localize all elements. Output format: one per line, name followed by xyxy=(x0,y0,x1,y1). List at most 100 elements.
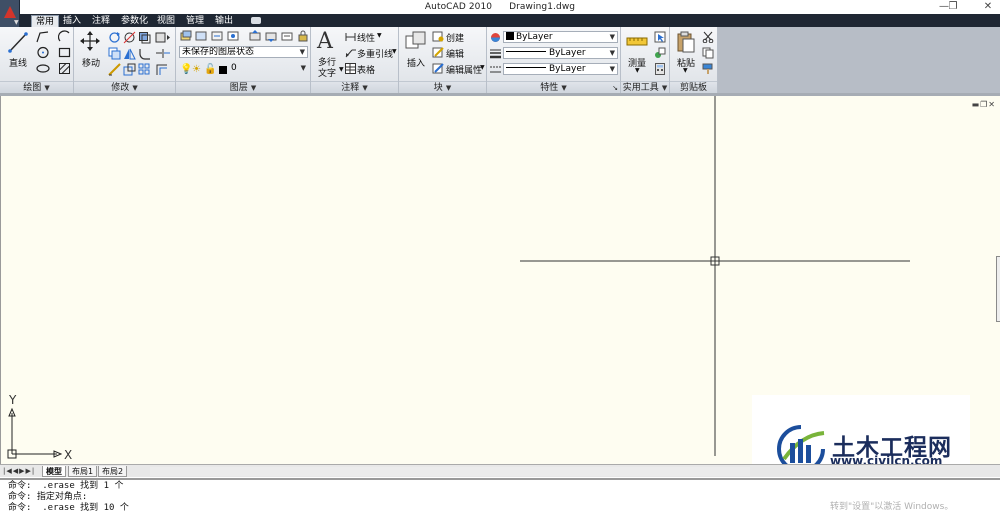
arc-icon[interactable] xyxy=(58,30,71,43)
panel-title-modify[interactable]: 修改 ▼ xyxy=(74,81,175,93)
insert-block-icon[interactable] xyxy=(405,31,427,51)
layer-off-icon[interactable] xyxy=(265,30,277,42)
multiline-text-icon[interactable]: A xyxy=(317,29,333,54)
mtext-label-line2: 文字 xyxy=(318,69,337,79)
fillet-icon[interactable] xyxy=(138,47,151,60)
layer-previous-icon[interactable] xyxy=(211,30,223,42)
layer-lock-icon[interactable] xyxy=(297,30,309,42)
tab-layout2[interactable]: 布局2 xyxy=(98,466,128,477)
explode-icon[interactable] xyxy=(155,47,171,60)
drawing-window-controls[interactable]: ▬❐✕ xyxy=(972,100,996,109)
create-block-icon[interactable] xyxy=(432,31,444,42)
create-block-label[interactable]: 创建 xyxy=(446,31,464,44)
panel-title-clipboard[interactable]: 剪贴板 xyxy=(670,81,717,93)
lock-icon[interactable]: 🔓 xyxy=(204,64,216,75)
layer-state-icon[interactable] xyxy=(195,30,207,42)
edit-block-label[interactable]: 编辑 xyxy=(446,47,464,60)
chevron-down-icon: ▼ xyxy=(480,64,485,71)
panel-block: 插入 创建 编辑 编辑属性 ▼ 块 ▼ xyxy=(399,27,487,93)
erase-icon[interactable] xyxy=(155,31,171,44)
tab-home[interactable]: 常用 xyxy=(31,15,60,27)
multileader-icon[interactable] xyxy=(345,47,356,58)
linetype-dropdown[interactable]: ByLayer ▼ xyxy=(503,63,618,75)
autocad-logo-icon xyxy=(4,6,16,18)
layer-match-icon[interactable] xyxy=(249,30,261,42)
stretch-icon[interactable] xyxy=(108,63,121,76)
vertical-scroll-handle[interactable] xyxy=(996,256,1000,322)
panel-title-layers[interactable]: 图层 ▼ xyxy=(176,81,310,93)
tab-layout1[interactable]: 布局1 xyxy=(68,466,98,477)
rectangle-icon[interactable] xyxy=(58,46,71,59)
select-all-icon[interactable] xyxy=(654,47,666,59)
line-icon[interactable] xyxy=(8,31,28,53)
rotate-icon[interactable] xyxy=(108,31,121,44)
tab-annotate[interactable]: 注释 xyxy=(88,15,114,27)
lineweight-value: ByLayer xyxy=(549,48,586,58)
multileader-label[interactable]: 多重引线 xyxy=(357,47,393,60)
close-button[interactable]: ✕ xyxy=(976,0,1000,14)
layer-isolate-icon[interactable] xyxy=(227,30,239,42)
quick-select-icon[interactable] xyxy=(654,31,666,43)
chevron-down-icon: ▼ xyxy=(14,19,19,26)
tab-output[interactable]: 输出 xyxy=(211,15,237,27)
activation-watermark: 转到"设置"以激活 Windows。 xyxy=(830,502,954,512)
linetype-icon[interactable] xyxy=(490,64,501,75)
application-menu-button[interactable]: ▼ xyxy=(0,0,20,27)
move-icon[interactable] xyxy=(80,31,100,51)
panel-title-draw[interactable]: 绘图 ▼ xyxy=(0,81,73,93)
linetype-value: ByLayer xyxy=(549,64,586,74)
array-icon[interactable] xyxy=(138,63,151,76)
linear-dimension-label[interactable]: 线性 xyxy=(357,31,375,44)
panel-title-utilities[interactable]: 实用工具 ▼ xyxy=(621,81,669,93)
civilcn-logo-icon xyxy=(777,425,825,469)
layer-walk-icon[interactable] xyxy=(281,30,293,42)
calculator-icon[interactable] xyxy=(654,63,666,75)
copy-clip-icon[interactable] xyxy=(702,47,714,59)
scale-icon[interactable] xyxy=(123,63,136,76)
panel-title-properties[interactable]: 特性 ▼ ↘ xyxy=(487,81,620,93)
horizontal-scrollbar[interactable] xyxy=(150,467,750,476)
panel-title-annotation[interactable]: 注释 ▼ xyxy=(311,81,398,93)
tab-view[interactable]: 视图 xyxy=(153,15,179,27)
polyline-icon[interactable] xyxy=(36,30,50,43)
tab-insert[interactable]: 插入 xyxy=(59,15,85,27)
color-value: ByLayer xyxy=(516,32,553,42)
match-properties-icon[interactable] xyxy=(490,32,501,43)
table-icon[interactable] xyxy=(345,63,356,74)
circle-icon[interactable] xyxy=(36,46,50,59)
chevron-down-icon: ▼ xyxy=(44,84,50,92)
layout-nav-arrows[interactable]: |◀◀▶▶| xyxy=(3,467,35,475)
layer-state-dropdown[interactable]: 未保存的图层状态 ▼ xyxy=(179,46,308,58)
restore-button[interactable]: ❐ xyxy=(941,0,965,14)
lineweight-icon[interactable] xyxy=(490,48,501,59)
ribbon-toggle-icon[interactable] xyxy=(251,17,261,24)
extend-icon[interactable] xyxy=(138,31,151,44)
table-label[interactable]: 表格 xyxy=(357,63,375,76)
hatch-icon[interactable] xyxy=(58,62,71,75)
tab-parametric[interactable]: 参数化 xyxy=(117,15,152,27)
color-swatch xyxy=(506,32,514,40)
current-layer-dropdown[interactable]: 0 ▼ xyxy=(229,63,308,75)
tab-manage[interactable]: 管理 xyxy=(182,15,208,27)
linear-dimension-icon[interactable] xyxy=(345,31,356,42)
lineweight-dropdown[interactable]: ByLayer ▼ xyxy=(503,47,618,59)
lightbulb-icon[interactable]: 💡 xyxy=(180,64,192,75)
measure-icon[interactable] xyxy=(626,33,648,51)
paste-icon[interactable] xyxy=(676,31,696,53)
layer-properties-icon[interactable] xyxy=(180,30,192,42)
edit-attribute-icon[interactable] xyxy=(432,63,444,74)
mirror-icon[interactable] xyxy=(123,47,136,60)
color-dropdown[interactable]: ByLayer ▼ xyxy=(503,31,618,43)
chevron-down-icon: ▼ xyxy=(445,84,452,92)
ellipse-icon[interactable] xyxy=(36,62,50,75)
edit-block-icon[interactable] xyxy=(432,47,444,58)
match-format-icon[interactable] xyxy=(702,63,714,75)
edit-attribute-label[interactable]: 编辑属性 xyxy=(446,63,482,76)
offset-icon[interactable] xyxy=(155,63,171,76)
cut-icon[interactable] xyxy=(702,31,714,43)
trim-icon[interactable] xyxy=(123,31,136,44)
tab-model[interactable]: 模型 xyxy=(42,466,66,477)
sun-icon[interactable]: ☀ xyxy=(192,64,201,75)
panel-title-block[interactable]: 块 ▼ xyxy=(399,81,486,93)
copy-icon[interactable] xyxy=(108,47,121,60)
